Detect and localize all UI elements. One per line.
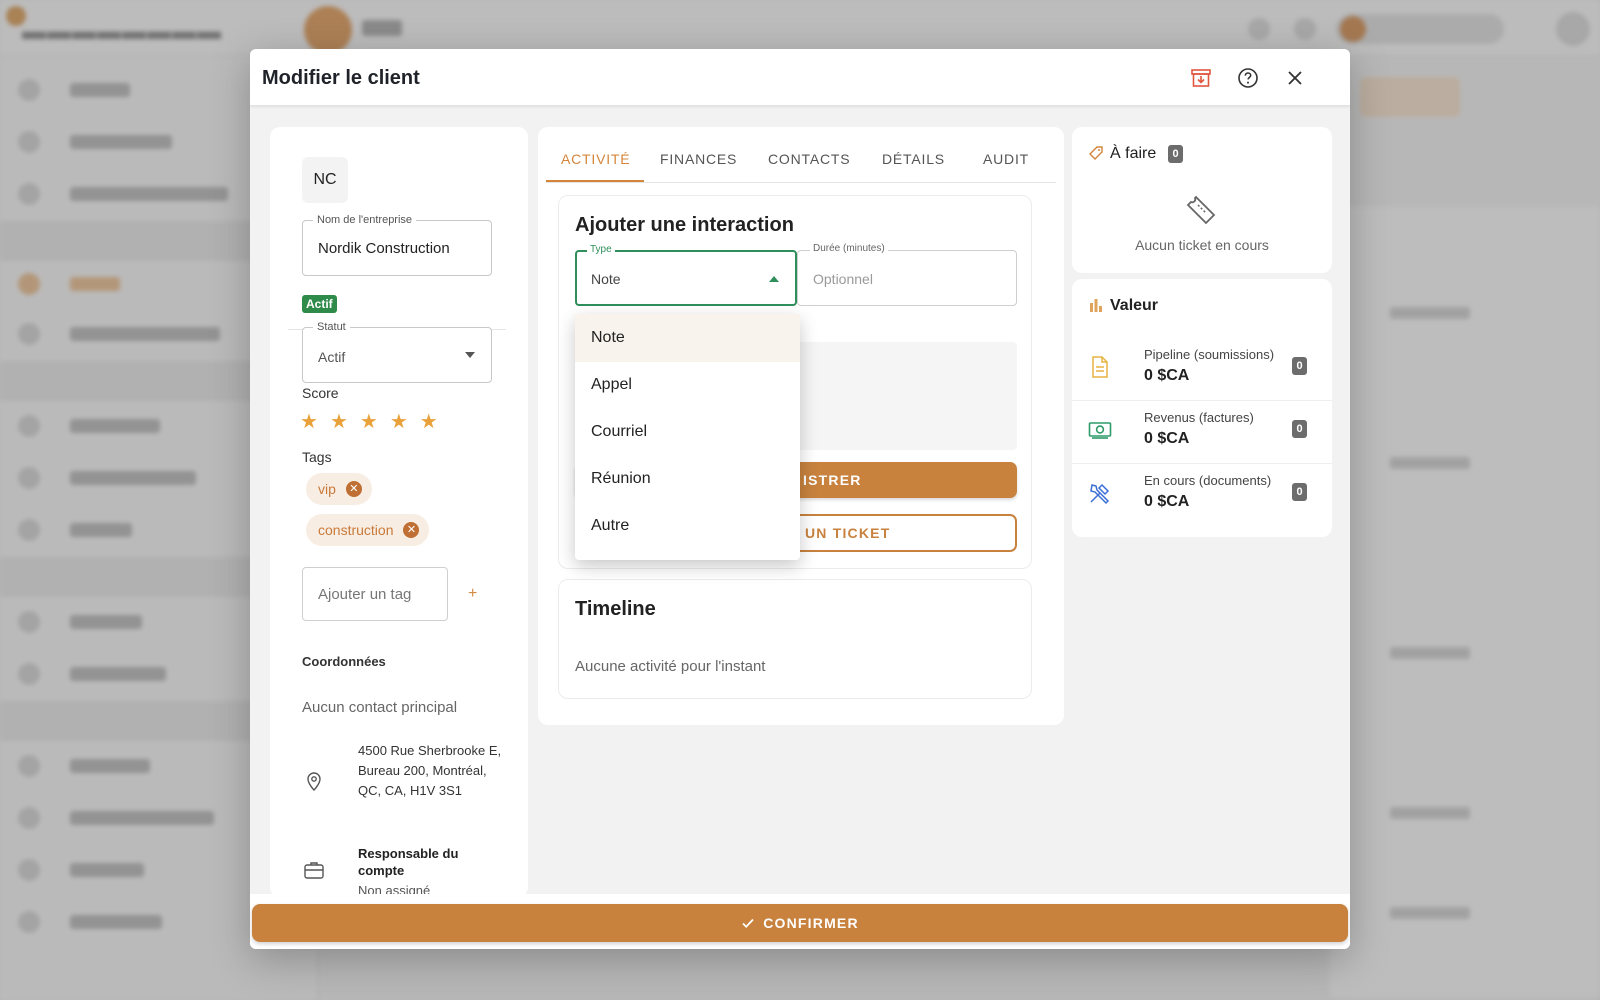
star-icon[interactable]: ★ [330, 409, 348, 434]
add-tag-placeholder: Ajouter un tag [318, 586, 412, 603]
company-name-label: Nom de l'entreprise [313, 214, 417, 226]
score-rating[interactable]: ★ ★ ★ ★ ★ [300, 409, 438, 434]
tag-chip: vip ✕ [306, 473, 372, 505]
star-icon[interactable]: ★ [420, 409, 438, 434]
star-icon[interactable]: ★ [360, 409, 378, 434]
menu-item-note[interactable]: Note [575, 314, 800, 362]
tag-label: construction [318, 522, 394, 538]
status-select[interactable]: Statut Actif [302, 321, 492, 383]
interaction-type-menu: Note Appel Courriel Réunion Autre [575, 314, 800, 560]
active-status-badge: Actif [302, 295, 337, 313]
tag-chip: construction ✕ [306, 514, 430, 546]
todo-title: À faire [1110, 145, 1157, 162]
value-amount: 0 $CA [1144, 493, 1190, 510]
timeline-title: Timeline [575, 598, 656, 620]
client-address: 4500 Rue Sherbrooke E, Bureau 200, Montr… [358, 743, 502, 798]
money-icon [1088, 422, 1112, 439]
tools-icon [1090, 483, 1110, 505]
check-icon [742, 918, 754, 928]
add-tag-input[interactable]: Ajouter un tag [302, 567, 448, 621]
location-pin-icon [307, 772, 321, 792]
tab-activity[interactable]: ACTIVITÉ [561, 151, 630, 167]
caret-up-icon [769, 276, 779, 282]
value-label: Revenus (factures) [1144, 410, 1254, 425]
menu-item-other[interactable]: Autre [575, 502, 800, 550]
tab-audit[interactable]: AUDIT [983, 151, 1029, 167]
value-row-pipeline: Pipeline (soumissions) 0 $CA 0 [1072, 339, 1332, 401]
todo-panel: À faire 0 Aucun ticket en cours [1072, 127, 1332, 273]
edit-client-modal: Modifier le client NC Nom de l'entrepris… [250, 49, 1350, 949]
create-ticket-label: UN TICKET [805, 525, 891, 541]
value-title: Valeur [1110, 297, 1159, 314]
tag-label: vip [318, 481, 336, 497]
save-interaction-label: ISTRER [803, 472, 862, 488]
value-amount: 0 $CA [1144, 430, 1190, 447]
type-value: Note [591, 271, 621, 287]
tab-details[interactable]: DÉTAILS [882, 151, 945, 167]
value-count-badge: 0 [1292, 357, 1307, 375]
interaction-type-select[interactable]: Type Note [575, 244, 797, 306]
coordinates-heading: Coordonnées [302, 654, 386, 669]
close-button[interactable] [1282, 65, 1308, 91]
value-panel: Valeur Pipeline (soumissions) 0 $CA 0 Re… [1072, 279, 1332, 537]
status-label: Statut [313, 321, 350, 333]
confirm-button[interactable]: CONFIRMER [252, 904, 1348, 942]
client-profile-panel: NC Nom de l'entreprise Nordik Constructi… [270, 127, 528, 897]
chevron-down-icon [465, 352, 475, 358]
type-label: Type [587, 244, 615, 255]
timeline-card: Timeline Aucune activité pour l'instant [558, 579, 1032, 699]
value-count-badge: 0 [1292, 420, 1307, 438]
menu-item-meeting[interactable]: Réunion [575, 455, 800, 503]
duration-placeholder: Optionnel [813, 271, 873, 287]
bar-chart-icon [1090, 299, 1102, 312]
archive-icon [1191, 69, 1211, 87]
remove-tag-icon[interactable]: ✕ [403, 522, 420, 538]
todo-count-badge: 0 [1168, 145, 1183, 163]
duration-label: Durée (minutes) [810, 243, 888, 254]
duration-input[interactable]: Durée (minutes) Optionnel [797, 243, 1017, 306]
menu-item-call[interactable]: Appel [575, 361, 800, 409]
no-ticket-message: Aucun ticket en cours [1135, 237, 1269, 253]
client-initials-avatar: NC [302, 157, 348, 203]
close-icon [1288, 71, 1302, 85]
account-manager-label: Responsable du compte [358, 846, 459, 878]
no-primary-contact: Aucun contact principal [302, 699, 458, 716]
modal-title: Modifier le client [262, 67, 420, 89]
status-value: Actif [318, 349, 346, 365]
star-icon[interactable]: ★ [390, 409, 408, 434]
value-label: En cours (documents) [1144, 473, 1272, 488]
value-count-badge: 0 [1292, 483, 1307, 501]
ticket-icon [1186, 195, 1216, 225]
company-name-field[interactable]: Nom de l'entreprise Nordik Construction [302, 214, 492, 276]
score-label: Score [302, 385, 339, 401]
value-row-in-progress: En cours (documents) 0 $CA 0 [1072, 465, 1332, 527]
client-tabs: ACTIVITÉ FINANCES CONTACTS DÉTAILS AUDIT [546, 143, 1056, 183]
menu-item-email[interactable]: Courriel [575, 408, 800, 456]
value-label: Pipeline (soumissions) [1144, 347, 1275, 362]
help-button[interactable] [1235, 65, 1261, 91]
briefcase-icon [304, 862, 324, 879]
add-interaction-title: Ajouter une interaction [575, 214, 794, 236]
tags-label: Tags [302, 449, 332, 465]
value-amount: 0 $CA [1144, 367, 1190, 384]
tab-contacts[interactable]: CONTACTS [768, 151, 850, 167]
tab-finances[interactable]: FINANCES [660, 151, 737, 167]
document-icon [1092, 356, 1108, 378]
star-icon[interactable]: ★ [300, 409, 318, 434]
timeline-empty-message: Aucune activité pour l'instant [575, 658, 766, 675]
archive-button[interactable] [1188, 65, 1214, 91]
active-tab-indicator [546, 180, 644, 182]
remove-tag-icon[interactable]: ✕ [345, 481, 362, 497]
help-icon [1238, 68, 1258, 88]
company-name-value: Nordik Construction [318, 240, 450, 257]
tag-icon [1089, 146, 1103, 160]
modal-header: Modifier le client [250, 49, 1350, 106]
value-row-revenue: Revenus (factures) 0 $CA 0 [1072, 402, 1332, 464]
confirm-label: CONFIRMER [763, 915, 859, 931]
add-tag-button[interactable]: + [468, 585, 477, 603]
